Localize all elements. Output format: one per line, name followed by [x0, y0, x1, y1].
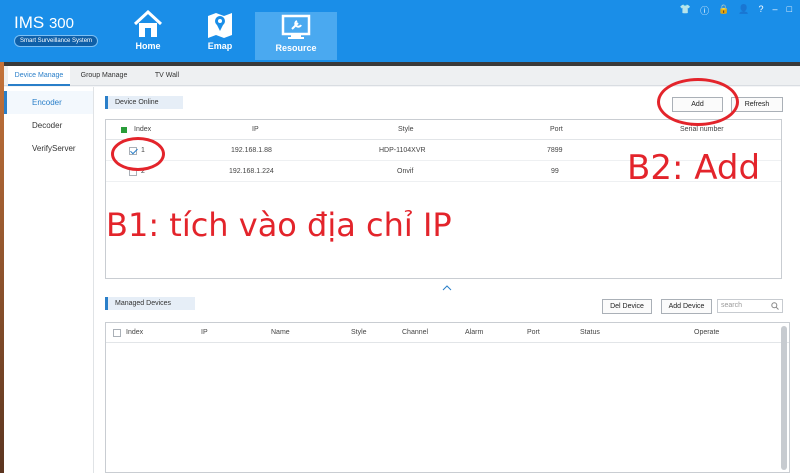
device-online-table: Index IP Style Port Serial number 1 192.… [105, 119, 782, 279]
app-logo: IMS 300 Smart Surveillance System [14, 14, 106, 47]
col-index: Index [126, 329, 144, 336]
search-icon[interactable] [771, 302, 779, 310]
search-placeholder: search [721, 302, 743, 309]
top-bar: IMS 300 Smart Surveillance System Home E… [0, 0, 800, 62]
app-window: Device Manage Group Manage TV Wall Encod… [4, 66, 800, 473]
col-style: Style [351, 329, 367, 336]
del-device-button[interactable]: Del Device [602, 299, 652, 314]
managed-devices-table: Index IP Name Style Channel Alarm Port S… [105, 322, 790, 473]
add-device-button[interactable]: Add Device [661, 299, 712, 314]
nav-resource-label: Resource [275, 43, 317, 53]
info-icon[interactable]: ⓘ [700, 4, 709, 17]
sidebar-item-encoder[interactable]: Encoder [4, 91, 93, 114]
col-style: Style [398, 126, 414, 133]
col-operate: Operate [694, 329, 720, 336]
map-icon [208, 13, 232, 38]
user-icon[interactable]: 👤 [738, 4, 749, 17]
maximize-icon[interactable]: □ [787, 4, 792, 17]
lock-icon[interactable]: 🔒 [718, 4, 729, 17]
row-ip: 192.168.1.224 [229, 168, 274, 175]
row-style: Onvif [397, 168, 414, 175]
select-all-checkbox[interactable] [121, 127, 127, 133]
tab-group-manage[interactable]: Group Manage [74, 66, 134, 86]
chevron-up-icon[interactable] [442, 285, 452, 291]
logo-title: IMS [14, 13, 45, 32]
home-icon [133, 10, 163, 37]
row-port: 99 [551, 168, 559, 175]
nav-home-button[interactable]: Home [118, 2, 178, 60]
minimize-icon[interactable]: – [773, 4, 778, 17]
checkbox-highlight-circle [111, 137, 165, 171]
row-ip: 192.168.1.88 [231, 147, 272, 154]
nav-resource-button[interactable]: Resource [255, 12, 337, 60]
annotation-b1: B1: tích vào địa chỉ IP [106, 206, 452, 244]
nav-emap-button[interactable]: Emap [190, 2, 250, 60]
select-all-checkbox[interactable] [113, 329, 121, 337]
logo-subtitle: Smart Surveillance System [14, 35, 99, 47]
nav-emap-label: Emap [207, 41, 233, 51]
col-name: Name [271, 329, 290, 336]
nav-home-label: Home [135, 41, 161, 51]
main-panel: Device Online Add Refresh Index IP Style… [94, 87, 800, 473]
col-channel: Channel [402, 329, 429, 336]
col-port: Port [527, 329, 540, 336]
row-port: 7899 [547, 147, 563, 154]
tab-tv-wall[interactable]: TV Wall [140, 66, 194, 86]
sidebar: Encoder Decoder VerifyServer [4, 87, 94, 473]
sidebar-item-verifyserver[interactable]: VerifyServer [4, 137, 93, 160]
resource-icon [281, 14, 311, 39]
scrollbar[interactable] [781, 326, 787, 470]
logo-number: 300 [48, 15, 74, 32]
annotation-b2: B2: Add [627, 148, 761, 188]
col-status: Status [580, 329, 600, 336]
window-controls: 👕 ⓘ 🔒 👤 ? – □ [680, 4, 792, 17]
col-ip: IP [201, 329, 208, 336]
shirt-icon[interactable]: 👕 [680, 4, 691, 17]
col-ip: IP [252, 126, 259, 133]
help-icon[interactable]: ? [759, 4, 764, 17]
managed-devices-label: Managed Devices [105, 297, 195, 310]
row-style: HDP-1104XVR [379, 147, 426, 154]
device-online-label: Device Online [105, 96, 183, 109]
add-highlight-circle [657, 78, 739, 126]
managed-devices-header: Index IP Name Style Channel Alarm Port S… [106, 323, 789, 343]
sidebar-item-decoder[interactable]: Decoder [4, 114, 93, 137]
tab-device-manage[interactable]: Device Manage [8, 66, 70, 86]
col-alarm: Alarm [465, 329, 484, 336]
col-port: Port [550, 126, 563, 133]
